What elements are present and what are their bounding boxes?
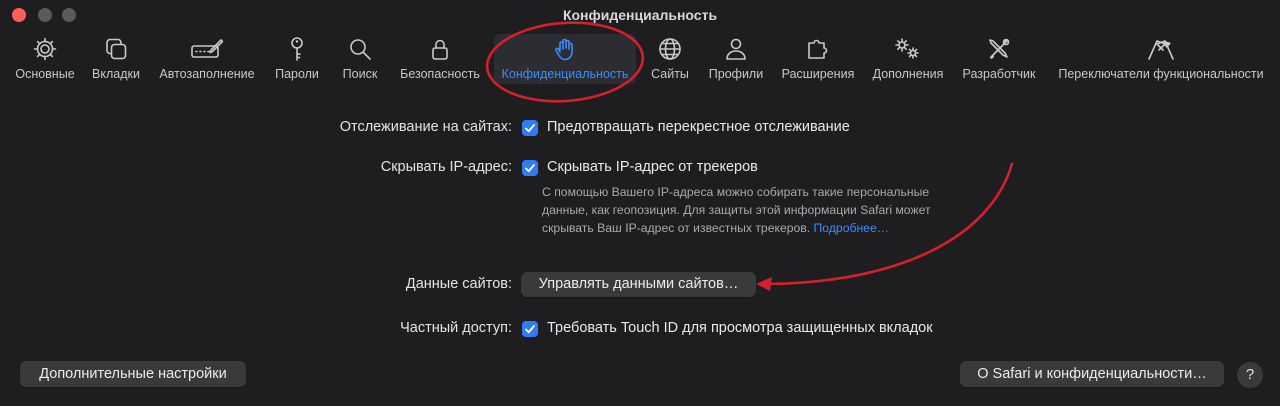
tab-label: Поиск [342,67,378,81]
tab-profiles[interactable]: Профили [704,34,768,84]
window-title: Конфиденциальность [562,7,718,23]
private-access-option-text: Требовать Touch ID для просмотра защищен… [547,320,933,336]
tabs-icon [106,38,127,60]
checkmark-icon [525,124,535,133]
tracking-checkbox[interactable] [522,120,538,136]
tools-icon [989,38,1010,59]
gears-icon [895,38,919,59]
manage-site-data-button[interactable]: Управлять данными сайтов… [521,272,756,297]
minimize-window-button[interactable] [38,8,52,22]
tab-privacy[interactable]: Конфиденциальность [494,34,636,84]
tab-label: Безопасность [400,67,480,81]
magnifier-icon [350,39,371,60]
help-button[interactable]: ? [1237,362,1263,388]
tab-extensions[interactable]: Расширения [776,34,860,84]
site-data-label: Данные сайтов: [405,276,512,292]
tab-search[interactable]: Поиск [334,34,386,84]
hide-ip-label: Скрывать IP-адрес: [380,159,512,175]
advanced-settings-button[interactable]: Дополнительные настройки [20,361,246,387]
lock-icon [432,39,448,60]
tab-tabs[interactable]: Вкладки [86,34,146,84]
key-icon [291,37,303,61]
tab-websites[interactable]: Сайты [644,34,696,84]
tracking-label: Отслеживание на сайтах: [339,119,512,135]
hide-ip-option-text: Скрывать IP-адрес от трекеров [547,159,758,175]
tab-general[interactable]: Основные [8,34,82,84]
gear-icon [33,37,57,61]
tab-label: Конфиденциальность [501,67,629,81]
tab-label: Дополнения [872,67,944,81]
tab-label: Основные [15,67,75,81]
tab-developer[interactable]: Разработчик [956,34,1042,84]
tab-label: Автозаполнение [159,67,255,81]
hide-ip-checkbox[interactable] [522,160,538,176]
checkmark-icon [525,164,535,173]
tracking-option-text: Предотвращать перекрестное отслеживание [547,119,850,135]
learn-more-link[interactable]: Подробнее… [814,221,889,235]
hide-ip-description: С помощью Вашего IP-адреса можно собират… [542,183,962,237]
close-window-button[interactable] [12,8,26,22]
tab-label: Сайты [651,67,689,81]
preferences-toolbar: Основные Вкладки Автозаполнение Пароли П… [0,30,1280,90]
tab-autofill[interactable]: Автозаполнение [152,34,262,84]
tab-security[interactable]: Безопасность [394,34,486,84]
tab-passwords[interactable]: Пароли [268,34,326,84]
tab-addons[interactable]: Дополнения [866,34,950,84]
tab-label: Переключатели функциональности [1058,67,1264,81]
about-safari-privacy-button[interactable]: О Safari и конфиденциальности… [960,361,1224,387]
flags-icon [1148,40,1174,60]
hand-icon [555,38,573,61]
private-access-label: Частный доступ: [400,320,512,336]
private-access-checkbox[interactable] [522,321,538,337]
tab-label: Вкладки [92,67,140,81]
globe-icon [659,38,681,60]
tab-label: Разработчик [962,67,1036,81]
arrowhead-icon [756,277,772,291]
checkmark-icon [525,325,535,334]
tab-feature-flags[interactable]: Переключатели функциональности [1050,34,1272,84]
person-icon [726,38,746,60]
puzzle-icon [808,39,828,59]
preferences-window: Конфиденциальность Основные Вкладки Авто… [0,0,1280,406]
tab-label: Профили [708,67,764,81]
pencil-field-icon [191,39,224,58]
zoom-window-button[interactable] [62,8,76,22]
tab-label: Пароли [275,67,319,81]
tab-label: Расширения [781,67,855,81]
